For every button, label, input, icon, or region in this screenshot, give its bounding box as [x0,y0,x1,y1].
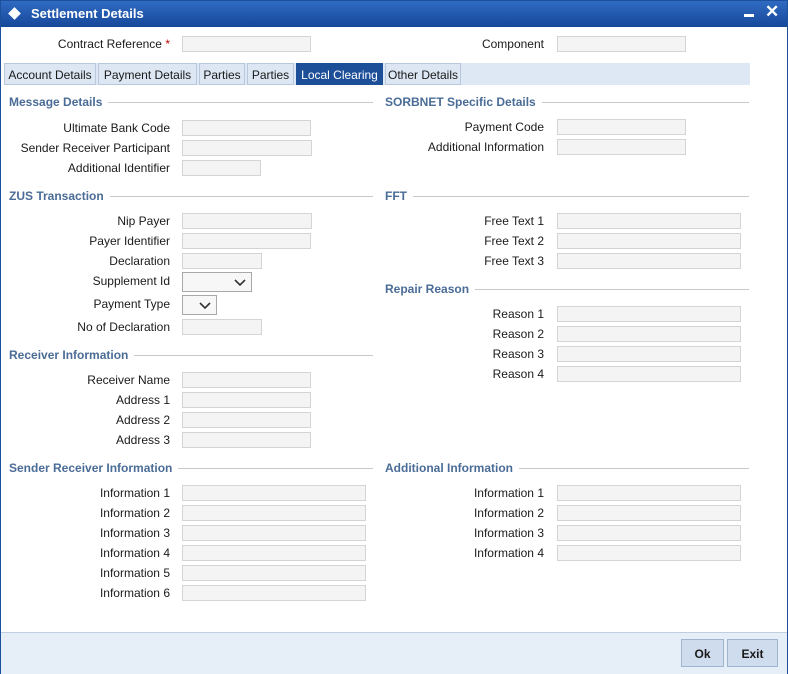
sr-information-4-label: Information 4 [99,546,170,560]
reason-4-label: Reason 4 [492,367,544,381]
ai-information-3-field[interactable] [557,525,741,541]
sr-information-5-field[interactable] [182,565,366,581]
zus-title: ZUS Transaction [9,189,110,203]
reason-2-field[interactable] [557,326,741,342]
ai-information-2-field[interactable] [557,505,741,521]
fft-title: FFT [385,189,413,203]
sr-information-1-label: Information 1 [99,486,170,500]
sr-information-1-field[interactable] [182,485,366,501]
reason-1-label: Reason 1 [492,307,544,321]
supplement-id-select[interactable] [182,272,252,292]
ai-information-4-label: Information 4 [473,546,544,560]
sr-information-6-field[interactable] [182,585,366,601]
sr-information-2-label: Information 2 [99,506,170,520]
title-bar: Settlement Details ✕ [1,1,787,27]
tab-bar: Account Details Payment Details Parties … [4,63,750,85]
nip-payer-label: Nip Payer [117,214,170,228]
receiver-information-title: Receiver Information [9,348,135,362]
address-2-label: Address 2 [115,413,170,427]
reason-1-field[interactable] [557,306,741,322]
diamond-icon [8,7,21,20]
exit-button[interactable]: Exit [727,639,778,667]
component-field[interactable] [557,36,686,52]
repair-reason-title: Repair Reason [385,282,476,296]
address-3-label: Address 3 [115,433,170,447]
settlement-details-window: Settlement Details ✕ Contract Reference … [0,0,788,674]
required-marker: * [165,37,170,51]
free-text-2-field[interactable] [557,233,741,249]
footer-bar [1,632,787,674]
sr-information-4-field[interactable] [182,545,366,561]
sr-information-3-field[interactable] [182,525,366,541]
payment-code-field[interactable] [557,119,686,135]
sender-receiver-participant-field[interactable] [182,140,312,156]
tab-account-details[interactable]: Account Details [4,63,96,85]
address-3-field[interactable] [182,432,311,448]
ai-information-4-field[interactable] [557,545,741,561]
payer-identifier-label: Payer Identifier [89,234,170,248]
receiver-name-label: Receiver Name [87,373,170,387]
reason-4-field[interactable] [557,366,741,382]
sorbnet-title: SORBNET Specific Details [385,95,542,109]
ultimate-bank-code-label: Ultimate Bank Code [63,121,170,135]
tab-local-clearing[interactable]: Local Clearing [296,63,383,85]
ok-button[interactable]: Ok [681,639,724,667]
minimize-icon[interactable] [744,14,754,17]
supplement-id-label: Supplement Id [92,274,170,288]
payment-type-label: Payment Type [93,297,171,311]
chevron-down-icon [234,279,246,287]
message-details-title: Message Details [9,95,109,109]
receiver-name-field[interactable] [182,372,311,388]
sr-information-2-field[interactable] [182,505,366,521]
reason-3-label: Reason 3 [492,347,544,361]
address-2-field[interactable] [182,412,311,428]
tab-other-details[interactable]: Other Details [385,63,461,85]
ultimate-bank-code-field[interactable] [182,120,311,136]
no-of-declaration-label: No of Declaration [77,320,170,334]
sorbnet-additional-information-field[interactable] [557,139,686,155]
free-text-3-label: Free Text 3 [484,254,544,268]
reason-3-field[interactable] [557,346,741,362]
tab-parties-1[interactable]: Parties [199,63,245,85]
chevron-down-icon [199,302,211,310]
tab-parties-2[interactable]: Parties [247,63,294,85]
contract-reference-field[interactable] [182,36,311,52]
component-label: Component [481,37,544,51]
sr-information-3-label: Information 3 [99,526,170,540]
additional-identifier-field[interactable] [182,160,261,176]
sorbnet-additional-information-label: Additional Information [427,140,544,154]
ai-information-3-label: Information 3 [473,526,544,540]
free-text-3-field[interactable] [557,253,741,269]
payer-identifier-field[interactable] [182,233,311,249]
address-1-label: Address 1 [115,393,170,407]
free-text-1-label: Free Text 1 [484,214,544,228]
free-text-1-field[interactable] [557,213,741,229]
sr-information-6-label: Information 6 [99,586,170,600]
additional-identifier-label: Additional Identifier [67,161,170,175]
contract-reference-label: Contract Reference * [57,37,170,51]
payment-type-select[interactable] [182,295,217,315]
no-of-declaration-field[interactable] [182,319,262,335]
close-icon[interactable]: ✕ [765,3,779,21]
address-1-field[interactable] [182,392,311,408]
sender-receiver-participant-label: Sender Receiver Participant [20,141,170,155]
free-text-2-label: Free Text 2 [484,234,544,248]
ai-information-1-field[interactable] [557,485,741,501]
sr-information-5-label: Information 5 [99,566,170,580]
window-title: Settlement Details [31,6,144,21]
ai-information-1-label: Information 1 [473,486,544,500]
nip-payer-field[interactable] [182,213,312,229]
tab-payment-details[interactable]: Payment Details [98,63,197,85]
additional-information-title: Additional Information [385,461,519,475]
reason-2-label: Reason 2 [492,327,544,341]
sender-receiver-information-title: Sender Receiver Information [9,461,179,475]
fft-rule [385,196,749,197]
payment-code-label: Payment Code [464,120,544,134]
declaration-label: Declaration [109,254,170,268]
ai-information-2-label: Information 2 [473,506,544,520]
declaration-field[interactable] [182,253,262,269]
